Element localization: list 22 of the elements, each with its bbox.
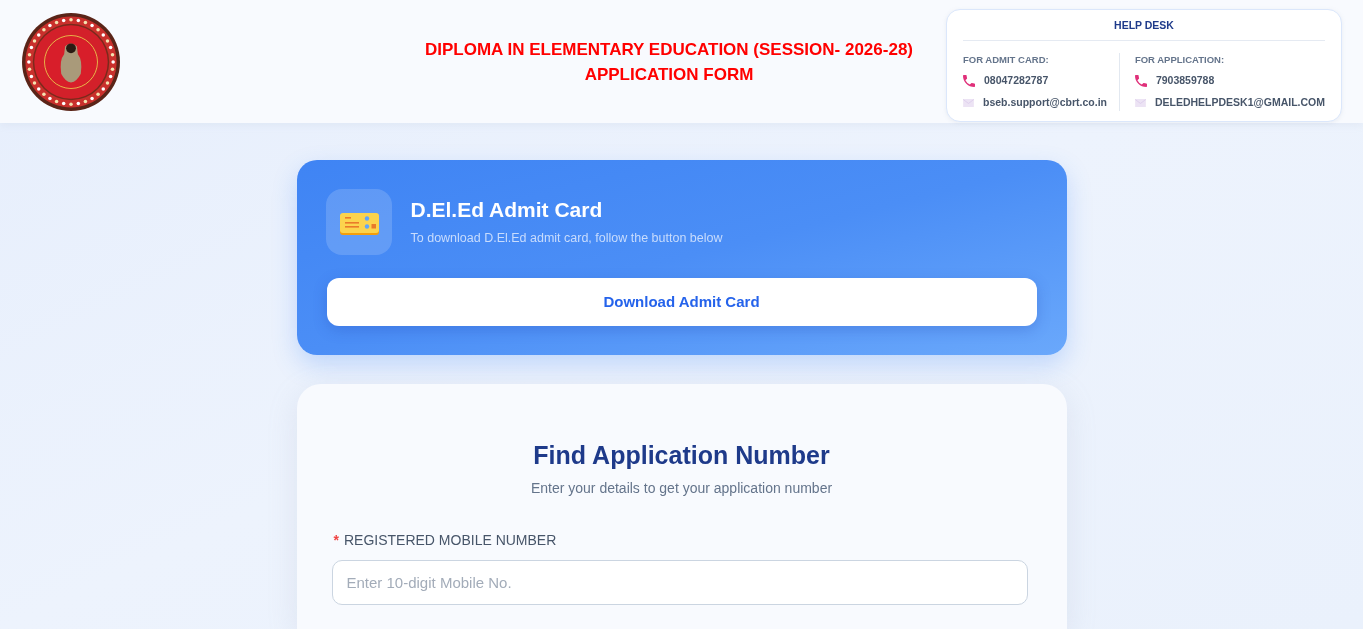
admit-card-title: D.El.Ed Admit Card — [410, 196, 604, 223]
download-admit-card-button[interactable]: Download Admit Card — [326, 278, 1037, 326]
envelope-icon — [1134, 98, 1146, 107]
field-label: REGISTERED MOBILE NUMBER — [343, 531, 557, 550]
required-mark: * — [333, 531, 339, 550]
form-heading: Find Application Number — [532, 440, 831, 470]
help-desk-title: HELP DESK — [963, 18, 1325, 41]
form-subtitle: Enter your details to get your application number — [529, 479, 834, 498]
email-address: DELEDHELPDESK1@GMAIL.COM — [1154, 94, 1325, 110]
email-address: bseb.support@cbrt.co.in — [983, 94, 1107, 110]
phone-number: 7903859788 — [1155, 73, 1215, 88]
phone-icon — [1134, 74, 1147, 87]
form-title: DIPLOMA IN ELEMENTARY EDUCATION (SESSION- 2026-28) — [425, 38, 913, 61]
contact-heading: FOR ADMIT CARD: — [963, 52, 1050, 67]
envelope-icon — [963, 98, 974, 107]
mobile-number-input[interactable]: Enter 10-digit Mobile No. — [331, 560, 1028, 605]
admit-card-subtitle: To download D.El.Ed admit card, follow the button below — [410, 229, 723, 247]
phone-number: 08047282787 — [984, 73, 1049, 88]
contact-heading: FOR APPLICATION: — [1134, 52, 1226, 67]
ticket-icon — [325, 189, 392, 255]
form-title: APPLICATION FORM — [584, 63, 754, 86]
phone-icon — [963, 74, 975, 87]
